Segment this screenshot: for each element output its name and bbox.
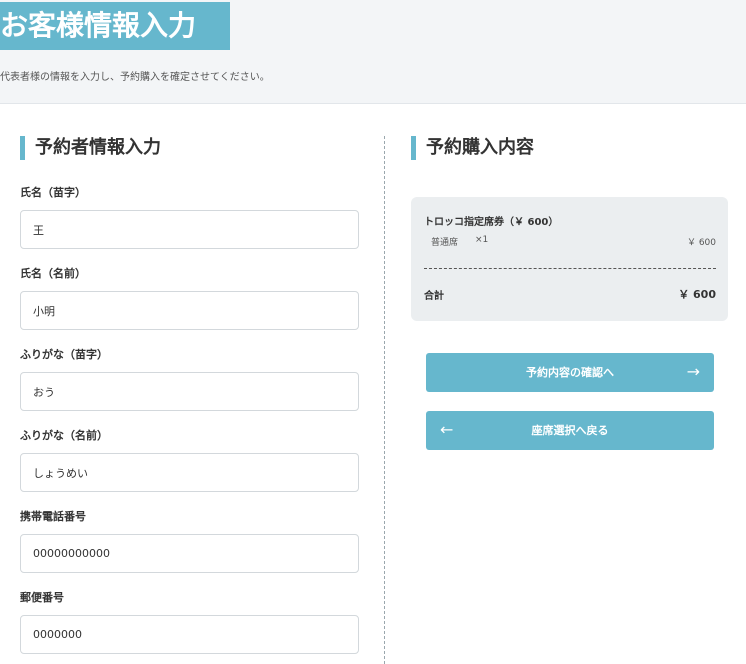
postal-code-input[interactable] bbox=[20, 615, 359, 654]
field-label-postal-code: 郵便番号 bbox=[20, 591, 64, 604]
ticket-quantity: ×1 bbox=[475, 235, 489, 245]
item-price: ￥ 600 bbox=[686, 238, 716, 248]
form-group-mobile-phone: 携帯電話番号 bbox=[20, 510, 359, 573]
arrow-left-icon: ← bbox=[440, 420, 454, 439]
form-group-first-name: 氏名（名前） bbox=[20, 267, 359, 330]
first-name-kana-input[interactable] bbox=[20, 453, 359, 492]
first-name-input[interactable] bbox=[20, 291, 359, 330]
form-group-last-name-kana: ふりがな（苗字） bbox=[20, 348, 359, 411]
purchase-summary-section: 予約購入内容 トロッコ指定席券（￥ 600） 普通席 ×1 ￥ 600 合計 ￥… bbox=[411, 136, 728, 450]
total-label: 合計 bbox=[424, 291, 444, 302]
summary-divider bbox=[424, 268, 716, 269]
field-label-first-name-kana: ふりがな（名前） bbox=[20, 429, 108, 442]
confirm-button-label: 予約内容の確認へ bbox=[526, 366, 614, 379]
seat-type: 普通席 bbox=[431, 238, 459, 248]
last-name-input[interactable] bbox=[20, 210, 359, 249]
form-group-last-name: 氏名（苗字） bbox=[20, 186, 359, 249]
last-name-kana-input[interactable] bbox=[20, 372, 359, 411]
column-divider bbox=[384, 136, 385, 664]
section-title-summary: 予約購入内容 bbox=[411, 136, 728, 160]
section-title-reserver: 予約者情報入力 bbox=[20, 136, 360, 160]
ticket-item-title: トロッコ指定席券（￥ 600） bbox=[424, 217, 559, 228]
summary-card: トロッコ指定席券（￥ 600） 普通席 ×1 ￥ 600 合計 ￥ 600 bbox=[411, 197, 728, 321]
field-label-mobile-phone: 携帯電話番号 bbox=[20, 510, 86, 523]
page-header: お客様情報入力 代表者様の情報を入力し、予約購入を確定させてください。 bbox=[0, 0, 746, 104]
form-group-first-name-kana: ふりがな（名前） bbox=[20, 429, 359, 492]
back-to-seat-selection-button[interactable]: ← 座席選択へ戻る bbox=[426, 411, 714, 450]
page-description: 代表者様の情報を入力し、予約購入を確定させてください。 bbox=[0, 72, 270, 83]
field-label-last-name: 氏名（苗字） bbox=[20, 186, 86, 199]
reserver-info-section: 予約者情報入力 氏名（苗字） 氏名（名前） ふりがな（苗字） ふりがな（名前） … bbox=[20, 136, 360, 654]
confirm-reservation-button[interactable]: 予約内容の確認へ → bbox=[426, 353, 714, 392]
back-button-label: 座席選択へ戻る bbox=[531, 424, 609, 437]
page-title: お客様情報入力 bbox=[0, 2, 230, 50]
field-label-first-name: 氏名（名前） bbox=[20, 267, 86, 280]
total-amount: ￥ 600 bbox=[678, 288, 716, 301]
mobile-phone-input[interactable] bbox=[20, 534, 359, 573]
form-group-postal-code: 郵便番号 bbox=[20, 591, 359, 654]
arrow-right-icon: → bbox=[686, 362, 700, 381]
field-label-last-name-kana: ふりがな（苗字） bbox=[20, 348, 108, 361]
